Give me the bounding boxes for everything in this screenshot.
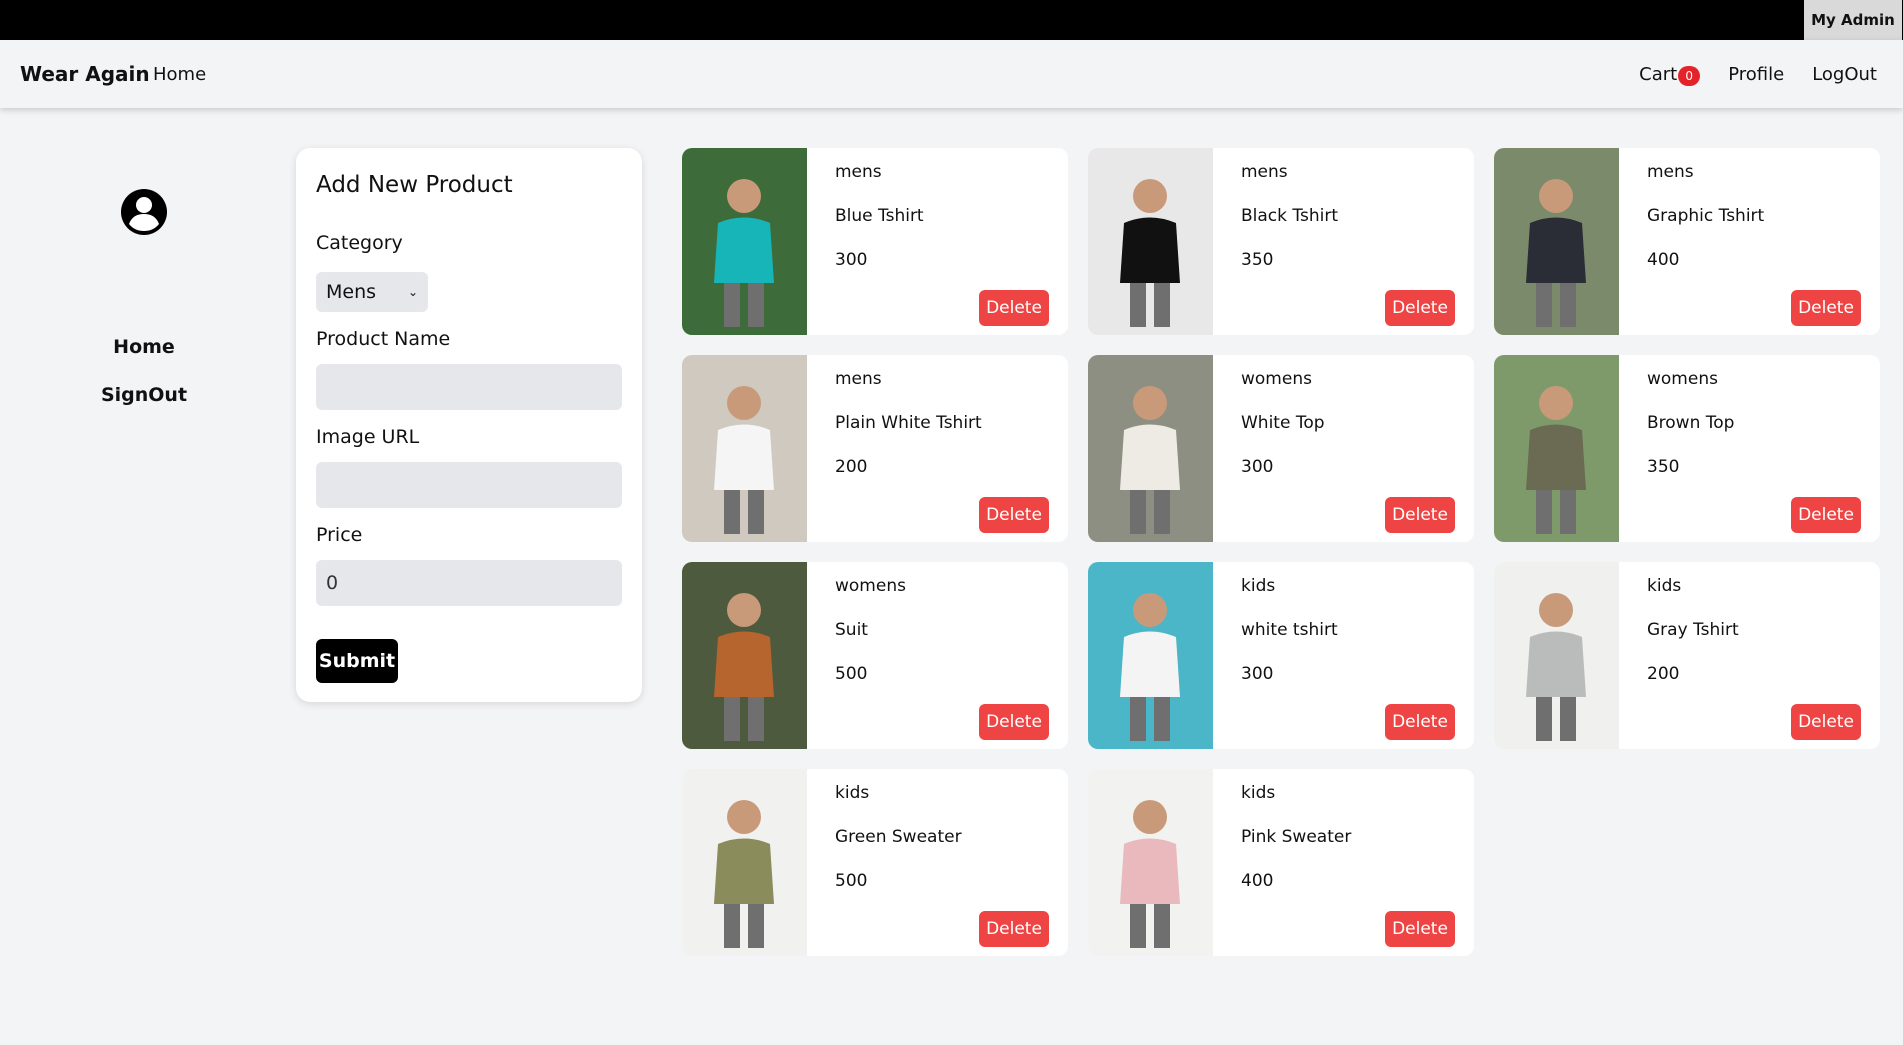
product-name: Black Tshirt: [1241, 206, 1338, 226]
user-circle-icon: [121, 189, 167, 235]
brand-logo[interactable]: Wear Again: [20, 62, 150, 86]
image-url-input[interactable]: [316, 462, 622, 508]
delete-button[interactable]: Delete: [1385, 911, 1455, 947]
product-name: Suit: [835, 620, 868, 640]
delete-button[interactable]: Delete: [1385, 290, 1455, 326]
product-card: mens Graphic Tshirt 400 Delete: [1494, 148, 1880, 335]
product-image: [1088, 148, 1213, 335]
delete-button[interactable]: Delete: [979, 911, 1049, 947]
product-image: [682, 769, 807, 956]
product-price: 300: [835, 250, 868, 270]
product-name: Gray Tshirt: [1647, 620, 1739, 640]
product-category: kids: [1241, 783, 1276, 803]
product-card: mens Black Tshirt 350 Delete: [1088, 148, 1474, 335]
delete-button[interactable]: Delete: [1385, 497, 1455, 533]
product-card: mens Blue Tshirt 300 Delete: [682, 148, 1068, 335]
logout-link[interactable]: LogOut: [1812, 64, 1877, 85]
product-card: womens White Top 300 Delete: [1088, 355, 1474, 542]
cart-label: Cart: [1639, 63, 1678, 85]
product-name: Blue Tshirt: [835, 206, 924, 226]
delete-button[interactable]: Delete: [979, 497, 1049, 533]
product-price: 400: [1647, 250, 1680, 270]
product-price: 350: [1647, 457, 1680, 477]
product-category: mens: [1241, 162, 1288, 182]
product-price: 500: [835, 664, 868, 684]
product-image: [1088, 562, 1213, 749]
product-card: kids Pink Sweater 400 Delete: [1088, 769, 1474, 956]
product-price: 500: [835, 871, 868, 891]
category-select[interactable]: Mens ⌄: [316, 272, 428, 312]
product-image: [1088, 769, 1213, 956]
price-input[interactable]: 0: [316, 560, 622, 606]
product-category: mens: [1647, 162, 1694, 182]
submit-button[interactable]: Submit: [316, 639, 398, 683]
product-category: womens: [1647, 369, 1718, 389]
product-name: white tshirt: [1241, 620, 1338, 640]
nav-right-links: Cart 0 Profile LogOut: [1639, 62, 1877, 86]
cart-link[interactable]: Cart 0: [1639, 62, 1701, 86]
product-image: [682, 148, 807, 335]
price-label: Price: [316, 524, 363, 546]
product-price: 200: [1647, 664, 1680, 684]
my-admin-button[interactable]: My Admin: [1804, 0, 1902, 40]
product-name-label: Product Name: [316, 328, 451, 350]
sidebar-item-signout[interactable]: SignOut: [0, 384, 288, 406]
delete-button[interactable]: Delete: [1385, 704, 1455, 740]
product-category: mens: [835, 162, 882, 182]
sidebar-item-home[interactable]: Home: [0, 336, 288, 358]
product-category: mens: [835, 369, 882, 389]
product-image: [1494, 562, 1619, 749]
top-bar: My Admin: [0, 0, 1903, 40]
product-name: Graphic Tshirt: [1647, 206, 1765, 226]
product-name: Pink Sweater: [1241, 827, 1352, 847]
product-price: 400: [1241, 871, 1274, 891]
delete-button[interactable]: Delete: [979, 290, 1049, 326]
nav-home-link[interactable]: Home: [153, 64, 206, 85]
profile-link[interactable]: Profile: [1728, 64, 1784, 85]
product-image: [682, 355, 807, 542]
product-card: womens Brown Top 350 Delete: [1494, 355, 1880, 542]
product-price: 200: [835, 457, 868, 477]
product-category: womens: [1241, 369, 1312, 389]
delete-button[interactable]: Delete: [1791, 704, 1861, 740]
product-image: [1088, 355, 1213, 542]
add-product-form: Add New Product Category Mens ⌄ Product …: [296, 148, 642, 702]
delete-button[interactable]: Delete: [979, 704, 1049, 740]
product-name: White Top: [1241, 413, 1325, 433]
product-price: 350: [1241, 250, 1274, 270]
product-category: kids: [835, 783, 870, 803]
navbar: Wear Again Home Cart 0 Profile LogOut: [0, 40, 1903, 108]
product-name: Brown Top: [1647, 413, 1735, 433]
product-name: Plain White Tshirt: [835, 413, 982, 433]
form-title: Add New Product: [316, 172, 513, 198]
product-card: kids Gray Tshirt 200 Delete: [1494, 562, 1880, 749]
product-image: [1494, 148, 1619, 335]
product-card: kids Green Sweater 500 Delete: [682, 769, 1068, 956]
sidebar: Home SignOut: [0, 108, 288, 1045]
product-category: kids: [1241, 576, 1276, 596]
product-card: womens Suit 500 Delete: [682, 562, 1068, 749]
category-label: Category: [316, 232, 403, 254]
product-price: 300: [1241, 457, 1274, 477]
product-name: Green Sweater: [835, 827, 962, 847]
chevron-down-icon: ⌄: [407, 285, 418, 299]
delete-button[interactable]: Delete: [1791, 290, 1861, 326]
cart-count-badge: 0: [1678, 66, 1701, 86]
product-category: kids: [1647, 576, 1682, 596]
product-card: kids white tshirt 300 Delete: [1088, 562, 1474, 749]
category-selected-value: Mens: [326, 281, 377, 303]
product-card: mens Plain White Tshirt 200 Delete: [682, 355, 1068, 542]
image-url-label: Image URL: [316, 426, 420, 448]
product-image: [1494, 355, 1619, 542]
product-price: 300: [1241, 664, 1274, 684]
product-name-input[interactable]: [316, 364, 622, 410]
product-category: womens: [835, 576, 906, 596]
product-image: [682, 562, 807, 749]
delete-button[interactable]: Delete: [1791, 497, 1861, 533]
